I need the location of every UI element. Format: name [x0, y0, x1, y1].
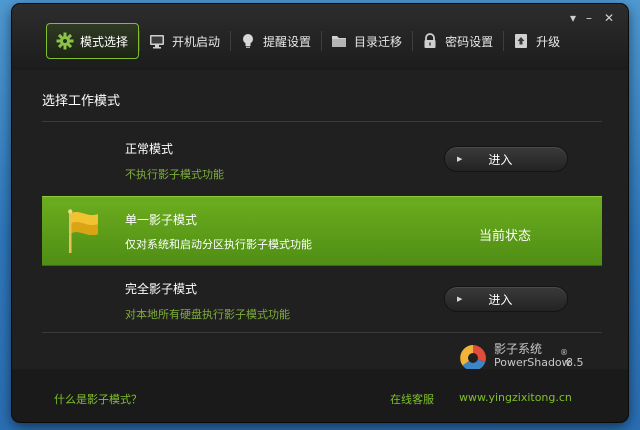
logo-name-zh: 影子系统 — [494, 342, 543, 356]
tab-reminder[interactable]: 提醒设置 — [230, 23, 321, 59]
online-support-link[interactable]: 在线客服 — [390, 391, 434, 407]
tab-label: 开机启动 — [172, 34, 221, 49]
lightbulb-icon — [238, 31, 258, 51]
normal-mode-title: 正常模式 — [125, 142, 174, 156]
normal-mode-enter-button[interactable]: ▶ 进入 — [444, 146, 568, 172]
main-tabs: 模式选择 开机启动 提醒设置 目录迁移 密码设置 升级 — [46, 23, 570, 59]
tab-label: 密码设置 — [445, 34, 494, 49]
tab-upgrade[interactable]: 升级 — [503, 23, 570, 59]
tab-startup[interactable]: 开机启动 — [139, 23, 230, 59]
normal-mode-desc: 不执行影子模式功能 — [125, 168, 224, 181]
tab-password[interactable]: 密码设置 — [412, 23, 503, 59]
play-arrow-icon: ▶ — [457, 295, 463, 303]
single-shadow-mode-row[interactable]: 单一影子模式 仅对系统和启动分区执行影子模式功能 当前状态 — [42, 196, 602, 266]
current-status-label: 当前状态 — [479, 229, 532, 244]
tab-label: 提醒设置 — [263, 34, 312, 49]
flag-icon — [66, 209, 102, 259]
divider — [42, 121, 602, 122]
section-title: 选择工作模式 — [42, 94, 121, 109]
what-is-shadow-mode-link[interactable]: 什么是影子模式？ — [54, 391, 142, 407]
play-arrow-icon: ▶ — [457, 155, 463, 163]
full-mode-title: 完全影子模式 — [125, 282, 198, 296]
app-window: 模式选择 开机启动 提醒设置 目录迁移 密码设置 升级 ▾ – ✕ 选择工作模式… — [12, 4, 628, 422]
divider — [42, 332, 602, 333]
tab-dir-migration[interactable]: 目录迁移 — [321, 23, 412, 59]
menu-dropdown-icon[interactable]: ▾ — [570, 12, 576, 24]
close-button[interactable]: ✕ — [604, 12, 614, 24]
full-mode-desc: 对本地所有硬盘执行影子模式功能 — [125, 308, 290, 321]
tab-label: 目录迁移 — [354, 34, 403, 49]
tab-label: 模式选择 — [80, 34, 129, 49]
logo-version: 8.5 — [566, 356, 584, 369]
title-bar: 模式选择 开机启动 提醒设置 目录迁移 密码设置 升级 ▾ – ✕ — [12, 4, 628, 70]
single-mode-title: 单一影子模式 — [125, 213, 198, 227]
monitor-icon — [147, 31, 167, 51]
upgrade-icon — [511, 31, 531, 51]
registered-mark: ® — [560, 348, 568, 357]
tab-mode-select[interactable]: 模式选择 — [46, 23, 140, 59]
minimize-button[interactable]: – — [586, 12, 592, 24]
single-mode-desc: 仅对系统和启动分区执行影子模式功能 — [125, 238, 312, 251]
footer: 什么是影子模式？ 在线客服 www.yingzixitong.cn — [12, 369, 628, 422]
folder-icon — [329, 31, 349, 51]
full-mode-enter-button[interactable]: ▶ 进入 — [444, 286, 568, 312]
gear-icon — [55, 31, 75, 51]
tab-label: 升级 — [536, 34, 561, 49]
website-link[interactable]: www.yingzixitong.cn — [459, 391, 572, 404]
logo-name-en: PowerShadow — [494, 356, 571, 369]
lock-icon — [420, 31, 440, 51]
